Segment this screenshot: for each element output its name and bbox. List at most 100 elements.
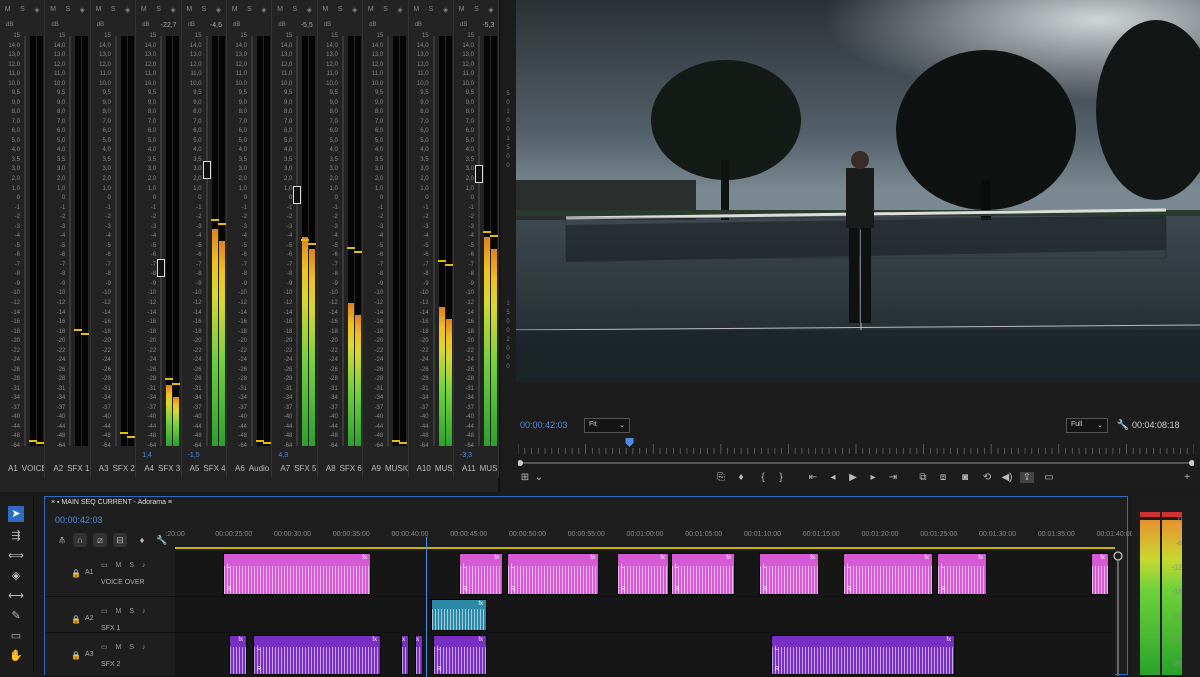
track-controls-icons[interactable]: ▭ M S ♪ — [101, 643, 148, 651]
channel-name-label[interactable]: A5 SFX 4 — [182, 464, 226, 473]
audio-clip[interactable]: fx L R — [223, 553, 371, 595]
audio-clip[interactable]: fx L R — [507, 553, 599, 595]
fx-badge[interactable]: fx — [494, 555, 499, 561]
record-arm-icon[interactable]: ◈ — [488, 6, 493, 14]
solo-button[interactable]: S — [202, 6, 207, 14]
volume-fader[interactable] — [157, 259, 166, 278]
export-frame-icon[interactable]: ⇪ — [1020, 472, 1034, 483]
timeline-playhead[interactable] — [426, 537, 427, 677]
audio-clip[interactable]: fx L R — [433, 635, 487, 675]
rectangle-tool-icon[interactable]: ▭ — [8, 628, 24, 644]
audio-clip[interactable]: fx — [415, 635, 423, 675]
lock-icon[interactable]: 🔒 — [71, 615, 81, 624]
fx-badge[interactable]: fx — [726, 555, 731, 561]
fx-badge[interactable]: fx — [416, 637, 419, 643]
fx-badge[interactable]: fx — [402, 637, 405, 643]
mark-in-icon[interactable]: { — [756, 472, 770, 483]
track-select-tool-icon[interactable]: ⇶ — [8, 528, 24, 544]
playback-resolution-dropdown[interactable]: Full ⌄ — [1066, 418, 1108, 433]
audio-clip[interactable]: fx L R — [671, 553, 735, 595]
mute-button[interactable]: M — [323, 6, 329, 14]
solo-button[interactable]: S — [65, 6, 70, 14]
audio-clip[interactable]: fx — [401, 635, 409, 675]
vr-icon[interactable]: ⟲ — [980, 472, 994, 483]
record-arm-icon[interactable]: ◈ — [34, 6, 39, 14]
audio-clip[interactable]: fx L R — [937, 553, 987, 595]
channel-name-label[interactable]: A3 SFX 2 — [91, 464, 135, 473]
wrench-icon[interactable]: 🔧 — [1116, 420, 1130, 431]
audio-clip[interactable]: fx — [1091, 553, 1109, 595]
track-controls-icons[interactable]: ▭ M S ♪ — [101, 561, 148, 569]
fx-badge[interactable]: fx — [924, 555, 929, 561]
record-arm-icon[interactable]: ◈ — [397, 6, 402, 14]
channel-volume-value[interactable]: 1,4 — [142, 452, 152, 459]
mute-button[interactable]: M — [277, 6, 283, 14]
track-header-a3[interactable]: 🔒 A3 ▭ M S ♪ SFX 2 — [45, 633, 175, 677]
channel-name-label[interactable]: A6Audio 6 — [227, 464, 271, 473]
mark-out-icon[interactable]: } — [774, 472, 788, 483]
razor-tool-icon[interactable]: ◈ — [8, 568, 24, 584]
audio-clip[interactable]: fx L R — [771, 635, 955, 675]
track-header-a1[interactable]: 🔒 A1 ▭ M S ♪ VOICE OVER — [45, 551, 175, 597]
fx-badge[interactable]: fx — [478, 637, 483, 643]
record-arm-icon[interactable]: ◈ — [261, 6, 266, 14]
hand-tool-icon[interactable]: ✋ — [8, 648, 24, 664]
add-button-icon[interactable]: + — [1180, 472, 1194, 483]
audio-clip[interactable]: fx L R — [253, 635, 381, 675]
marker-icon[interactable]: ♦ — [135, 533, 149, 547]
mute-button[interactable]: M — [5, 6, 11, 14]
ripple-edit-tool-icon[interactable]: ⟺ — [8, 548, 24, 564]
add-marker-icon[interactable]: ⊟ — [113, 533, 127, 547]
solo-button[interactable]: S — [338, 6, 343, 14]
zoom-level-dropdown[interactable]: Fit ⌄ — [584, 418, 630, 433]
audio-clip[interactable]: fx L R — [617, 553, 669, 595]
mute-button[interactable]: M — [141, 6, 147, 14]
volume-fader[interactable] — [202, 161, 211, 180]
program-video-frame[interactable] — [516, 0, 1200, 382]
mute-button[interactable]: M — [50, 6, 56, 14]
playhead-timecode[interactable]: 00:00:42:03 — [520, 420, 568, 430]
timeline-vertical-scrollbar[interactable] — [1113, 551, 1123, 676]
fx-badge[interactable]: fx — [362, 555, 367, 561]
channel-name-label[interactable]: A4 SFX 3 — [136, 464, 180, 473]
record-arm-icon[interactable]: ◈ — [125, 6, 130, 14]
audio-clip[interactable]: fx — [229, 635, 247, 675]
lock-icon[interactable]: 🔒 — [71, 651, 81, 660]
solo-button[interactable]: S — [474, 6, 479, 14]
pen-tool-icon[interactable]: ✎ — [8, 608, 24, 624]
channel-name-label[interactable]: A9MUSIC — [363, 464, 407, 473]
mute-button[interactable]: M — [413, 6, 419, 14]
fx-badge[interactable]: fx — [238, 637, 243, 643]
solo-button[interactable]: S — [20, 6, 25, 14]
fx-badge[interactable]: fx — [660, 555, 665, 561]
selection-tool-icon[interactable]: ➤ — [8, 506, 24, 522]
track-lane-a2[interactable]: fx — [175, 597, 1115, 633]
slip-tool-icon[interactable]: ⟷ — [8, 588, 24, 604]
fx-badge[interactable]: fx — [1100, 555, 1105, 561]
volume-icon[interactable]: ◀) — [1000, 472, 1014, 483]
fx-badge[interactable]: fx — [478, 601, 483, 607]
record-arm-icon[interactable]: ◈ — [80, 6, 85, 14]
track-header-a2[interactable]: 🔒 A2 ▭ M S ♪ SFX 1 — [45, 597, 175, 633]
insert-icon[interactable]: ⧉ — [916, 472, 930, 483]
snap-icon[interactable]: ∩ — [73, 533, 87, 547]
mute-button[interactable]: M — [186, 6, 192, 14]
channel-volume-value[interactable]: 4,3 — [278, 452, 288, 459]
play-icon[interactable]: ▶ — [846, 472, 860, 483]
audio-clip[interactable]: fx L R — [759, 553, 819, 595]
comparison-view-icon[interactable]: ▭ — [1042, 472, 1056, 483]
record-arm-icon[interactable]: ◈ — [352, 6, 357, 14]
camera-icon[interactable]: ◙ — [958, 472, 972, 483]
lift-icon[interactable]: ⎘ — [714, 472, 728, 483]
channel-name-label[interactable]: A10MUSIC — [409, 464, 453, 473]
solo-button[interactable]: S — [111, 6, 116, 14]
monitor-time-ruler[interactable] — [518, 438, 1194, 454]
monitor-scrub-bar[interactable] — [518, 460, 1194, 466]
solo-button[interactable]: S — [156, 6, 161, 14]
work-area-bar[interactable] — [175, 547, 1115, 549]
audio-clip[interactable]: fx L R — [459, 553, 503, 595]
channel-volume-value[interactable]: -3,3 — [460, 452, 472, 459]
overwrite-icon[interactable]: ⧈ — [936, 472, 950, 483]
channel-name-label[interactable]: A7 SFX 5 — [272, 464, 316, 473]
fx-badge[interactable]: fx — [372, 637, 377, 643]
